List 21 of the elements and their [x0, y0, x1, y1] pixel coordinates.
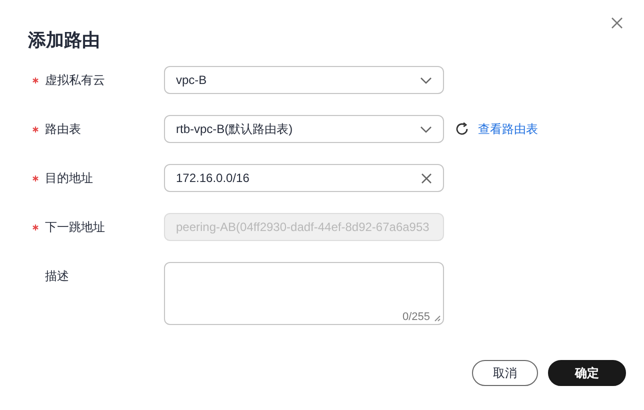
view-route-table-link[interactable]: 查看路由表 [478, 120, 538, 138]
character-counter: 0/255 [402, 311, 430, 323]
field-label: 虚拟私有云 [45, 72, 105, 88]
select-field[interactable]: rtb-vpc-B(默认路由表) [164, 115, 444, 143]
field-label: 路由表 [45, 120, 81, 138]
input-field: peering-AB(04ff2930-dadf-44ef-8d92-67a6a953 [164, 213, 444, 241]
dialog-title: 添加路由 [28, 29, 101, 52]
select-field[interactable]: vpc-B [164, 66, 444, 94]
chevron-down-icon [420, 76, 432, 84]
field-label: 下一跳地址 [45, 218, 105, 236]
input-field[interactable]: 172.16.0.0/16 [164, 164, 444, 192]
text-area[interactable]: 0/255 [164, 262, 444, 325]
close-icon[interactable] [611, 17, 623, 29]
clear-icon[interactable] [421, 172, 432, 184]
refresh-icon[interactable] [455, 122, 469, 136]
chevron-down-icon [420, 126, 432, 132]
cancel-button[interactable]: 取消 [472, 360, 538, 386]
confirm-button[interactable]: 确定 [548, 360, 626, 386]
field-label: 目的地址 [45, 170, 93, 186]
resize-handle-icon[interactable] [434, 315, 441, 322]
field-label: 描述 [45, 268, 69, 285]
